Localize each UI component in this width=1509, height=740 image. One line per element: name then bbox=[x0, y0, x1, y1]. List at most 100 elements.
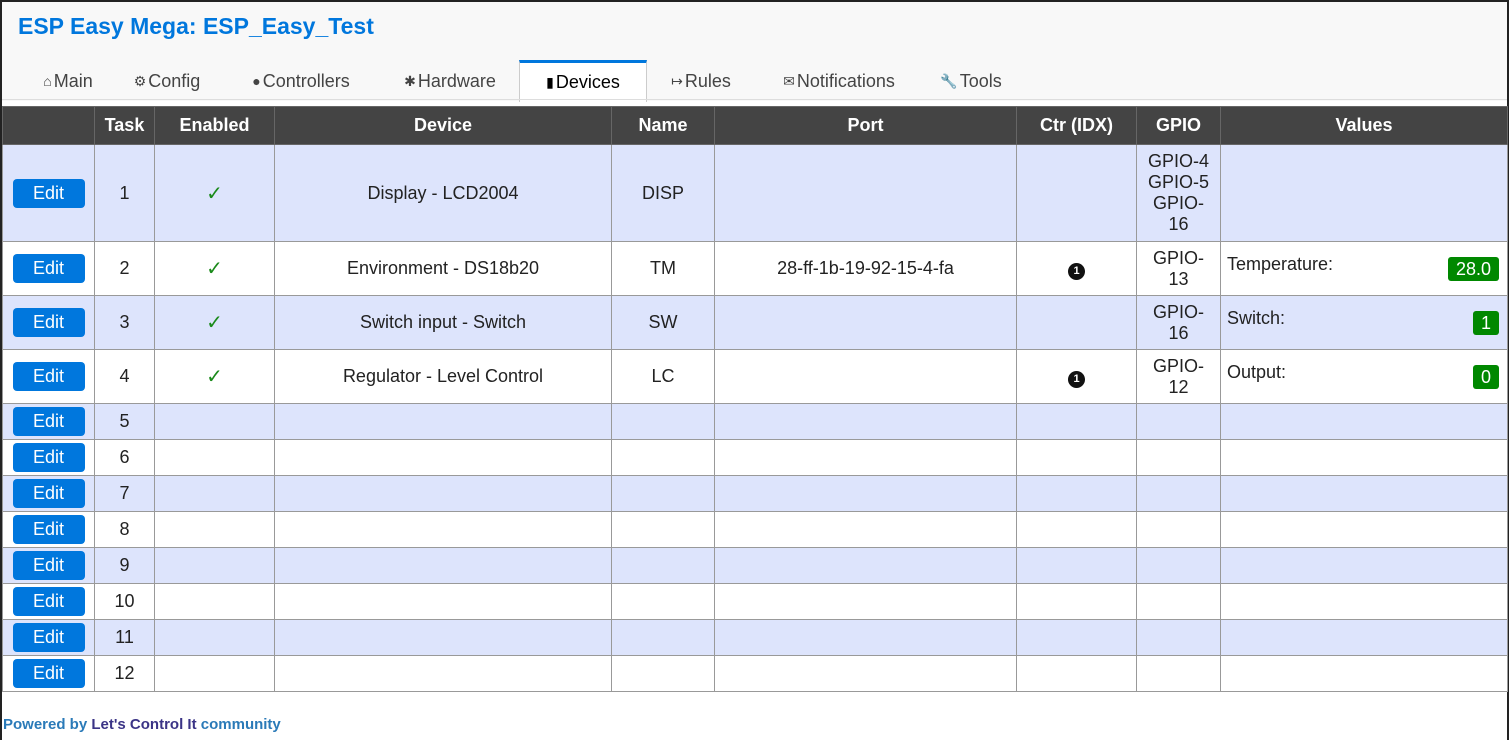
edit-button[interactable]: Edit bbox=[12, 254, 85, 283]
enabled-cell: ✓ bbox=[154, 144, 275, 242]
gpio-line: GPIO- bbox=[1152, 247, 1204, 268]
arrow-icon: ↦ bbox=[671, 72, 683, 89]
tab-label: Devices bbox=[555, 72, 620, 92]
controller-badge-icon: 1 bbox=[1068, 262, 1085, 280]
gear-icon: ⚙ bbox=[133, 72, 147, 89]
value-label: Temperature: bbox=[1227, 254, 1334, 274]
port-cell bbox=[714, 144, 1017, 242]
port-cell bbox=[714, 511, 1017, 548]
device-cell bbox=[274, 619, 612, 656]
tab-controllers[interactable]: ● Controllers bbox=[222, 60, 380, 102]
tab-label: Config bbox=[148, 70, 201, 91]
edit-button[interactable]: Edit bbox=[12, 308, 85, 337]
tab-notifications[interactable]: ✉ Notifications bbox=[758, 60, 920, 102]
checkmark-icon: ✓ bbox=[206, 312, 223, 334]
task-number: 2 bbox=[94, 241, 155, 296]
tab-main[interactable]: ⌂ Main bbox=[22, 60, 114, 102]
edit-button[interactable]: Edit bbox=[12, 362, 85, 391]
column-header bbox=[2, 106, 95, 145]
tab-label: Controllers bbox=[262, 70, 350, 91]
edit-button[interactable]: Edit bbox=[12, 623, 85, 652]
controller-idx-cell bbox=[1016, 144, 1137, 242]
port-cell bbox=[714, 655, 1017, 692]
port-cell bbox=[714, 403, 1017, 440]
port-cell bbox=[714, 583, 1017, 620]
edit-button[interactable]: Edit bbox=[12, 659, 85, 688]
gpio-cell: GPIO- 12 bbox=[1136, 349, 1221, 404]
table-row: Edit 9 bbox=[2, 547, 1508, 584]
table-row: Edit 10 bbox=[2, 583, 1508, 620]
gpio-line: 12 bbox=[1168, 376, 1189, 397]
name-cell bbox=[611, 547, 715, 584]
table-header-row: Task Enabled Device Name Port Ctr (IDX) GPIO Va… bbox=[2, 106, 1508, 145]
edit-button[interactable]: Edit bbox=[12, 407, 85, 436]
edit-cell: Edit bbox=[2, 475, 95, 512]
table-row: Edit 3 ✓ Switch input - Switch SW GPIO- 16 Swit… bbox=[2, 295, 1508, 350]
values-cell: Switch: 1 bbox=[1220, 295, 1508, 350]
port-cell: 28-ff-1b-19-92-15-4-fa bbox=[714, 241, 1017, 296]
name-cell: TM bbox=[611, 241, 715, 296]
task-number: 8 bbox=[94, 511, 155, 548]
device-cell bbox=[274, 655, 612, 692]
enabled-cell bbox=[154, 475, 275, 512]
enabled-cell: ✓ bbox=[154, 295, 275, 350]
edit-button[interactable]: Edit bbox=[12, 178, 85, 208]
checkmark-icon: ✓ bbox=[206, 366, 223, 388]
task-number: 9 bbox=[94, 547, 155, 584]
controller-idx-cell bbox=[1016, 583, 1137, 620]
tab-config[interactable]: ⚙ Config bbox=[114, 60, 220, 102]
edit-button[interactable]: Edit bbox=[12, 587, 85, 616]
device-cell bbox=[274, 475, 612, 512]
edit-button[interactable]: Edit bbox=[12, 515, 85, 544]
controller-idx-cell bbox=[1016, 655, 1137, 692]
values-cell bbox=[1220, 403, 1508, 440]
column-header: Enabled bbox=[154, 106, 275, 145]
name-cell bbox=[611, 619, 715, 656]
edit-button[interactable]: Edit bbox=[12, 443, 85, 472]
table-row: Edit 8 bbox=[2, 511, 1508, 548]
footer-brand-link[interactable]: Let's Control It bbox=[91, 716, 196, 733]
port-cell bbox=[714, 349, 1017, 404]
enabled-cell bbox=[154, 655, 275, 692]
enabled-cell: ✓ bbox=[154, 349, 275, 404]
gpio-cell bbox=[1136, 403, 1221, 440]
gpio-line: GPIO-5 bbox=[1147, 172, 1209, 192]
wrench-icon: 🔧 bbox=[940, 72, 958, 89]
tab-tools[interactable]: 🔧 Tools bbox=[920, 60, 1022, 102]
table-row: Edit 7 bbox=[2, 475, 1508, 512]
speech-bubble-icon: ● bbox=[252, 73, 261, 89]
values-cell bbox=[1220, 583, 1508, 620]
controller-idx-cell bbox=[1016, 547, 1137, 584]
edit-cell: Edit bbox=[2, 511, 95, 548]
table-row: Edit 2 ✓ Environment - DS18b20 TM 28-ff-1b-19… bbox=[2, 241, 1508, 296]
values-cell bbox=[1220, 655, 1508, 692]
port-cell bbox=[714, 475, 1017, 512]
table-row: Edit 1 ✓ Display - LCD2004 DISP GPIO-4 GPIO-5 G… bbox=[2, 144, 1508, 242]
gpio-cell bbox=[1136, 439, 1221, 476]
column-header: Ctr (IDX) bbox=[1016, 106, 1137, 145]
port-cell bbox=[714, 439, 1017, 476]
edit-cell: Edit bbox=[2, 655, 95, 692]
edit-button[interactable]: Edit bbox=[12, 479, 85, 508]
device-cell: Regulator - Level Control bbox=[274, 349, 612, 404]
tab-rules[interactable]: ↦ Rules bbox=[649, 60, 753, 102]
edit-button[interactable]: Edit bbox=[12, 551, 85, 580]
name-cell bbox=[611, 511, 715, 548]
tab-devices[interactable]: ▮ Devices bbox=[519, 60, 647, 102]
device-cell bbox=[274, 439, 612, 476]
values-cell bbox=[1220, 144, 1508, 242]
values-cell bbox=[1220, 439, 1508, 476]
gpio-cell bbox=[1136, 511, 1221, 548]
controller-idx-cell: 1 bbox=[1016, 349, 1137, 404]
tab-hardware[interactable]: ✱ Hardware bbox=[380, 60, 520, 102]
gpio-cell bbox=[1136, 619, 1221, 656]
enabled-cell: ✓ bbox=[154, 241, 275, 296]
value-label: Output: bbox=[1227, 362, 1287, 382]
gpio-line: GPIO- bbox=[1152, 301, 1204, 322]
controller-badge-icon: 1 bbox=[1068, 370, 1085, 388]
column-header: Values bbox=[1220, 106, 1508, 145]
tab-label: Rules bbox=[684, 70, 731, 91]
tab-label: Tools bbox=[959, 70, 1002, 91]
table-row: Edit 5 bbox=[2, 403, 1508, 440]
edit-cell: Edit bbox=[2, 295, 95, 350]
